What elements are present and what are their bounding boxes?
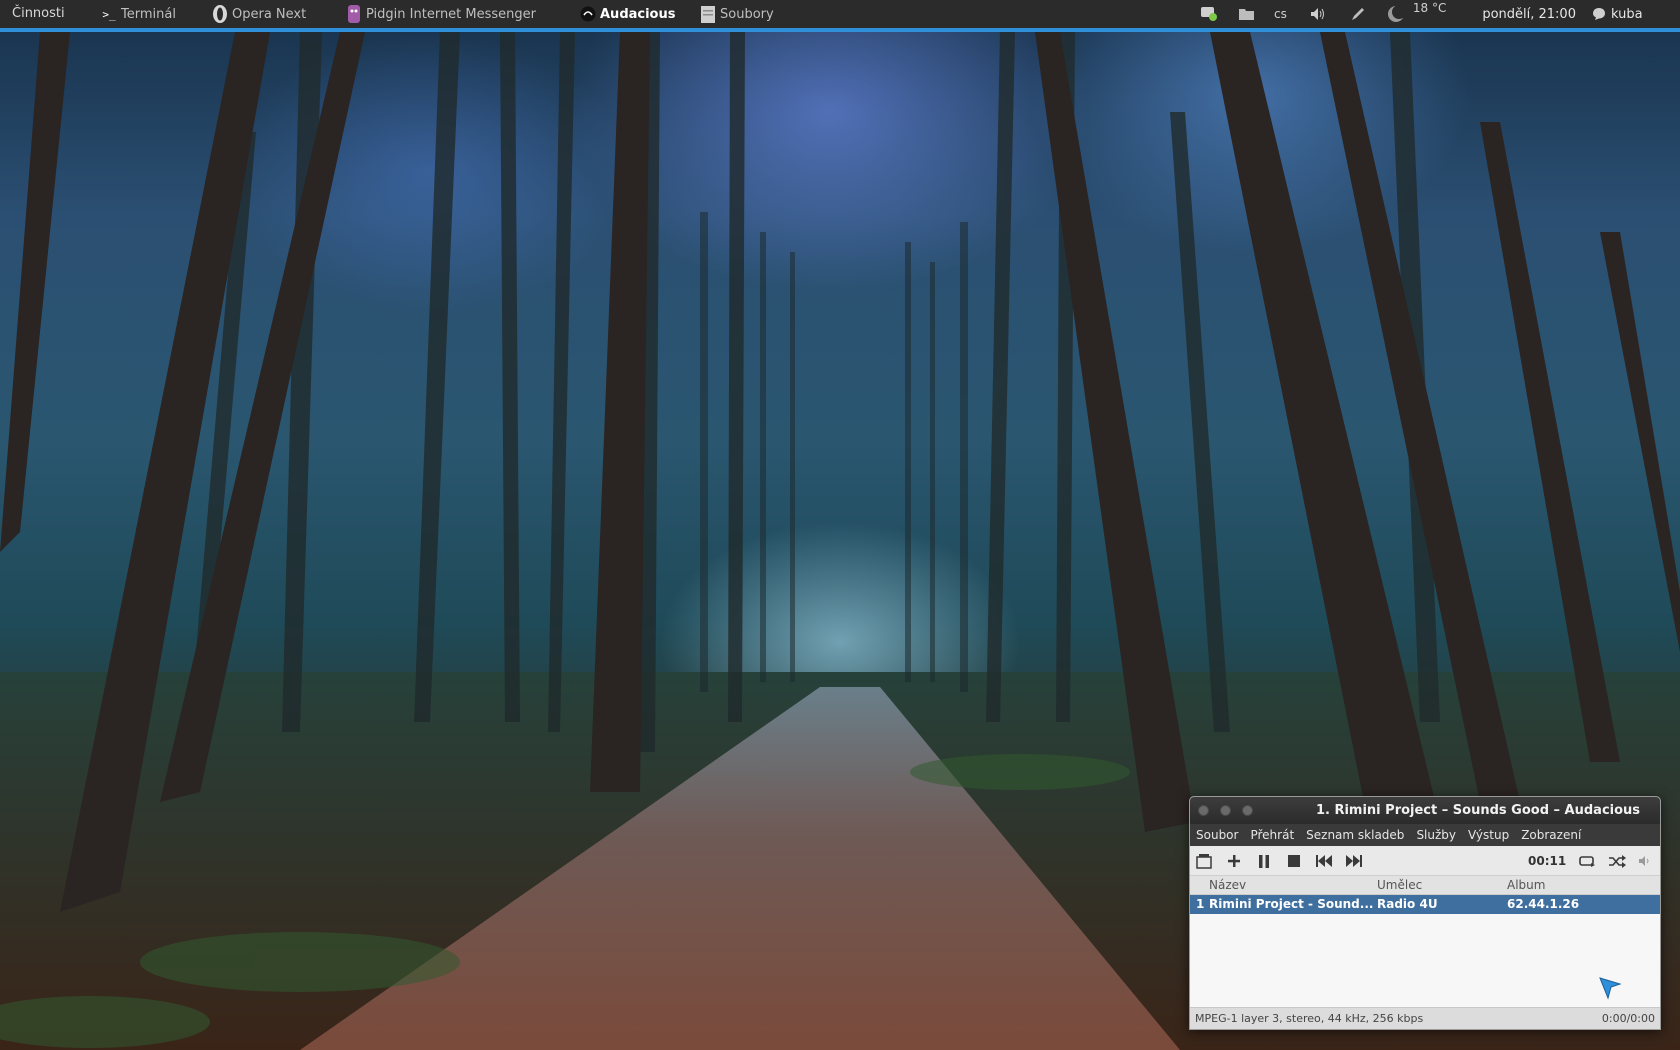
weather-temperature[interactable]: 18 °C <box>1413 1 1446 15</box>
task-terminal[interactable]: >_ Terminál <box>101 0 186 28</box>
next-track-icon[interactable] <box>1345 852 1363 870</box>
stop-icon[interactable] <box>1285 852 1303 870</box>
open-files-icon[interactable] <box>1195 852 1213 870</box>
task-pidgin[interactable]: Pidgin Internet Messenger <box>346 0 546 28</box>
audacious-icon <box>580 3 596 25</box>
task-label: Terminál <box>121 6 176 22</box>
activities-button[interactable]: Činnosti <box>0 0 77 28</box>
task-audacious[interactable]: Audacious <box>580 0 685 28</box>
column-header-album[interactable]: Album <box>1507 878 1545 892</box>
menu-seznam-skladeb[interactable]: Seznam skladeb <box>1306 828 1404 842</box>
opera-icon <box>212 3 228 25</box>
menu-vystup[interactable]: Výstup <box>1468 828 1509 842</box>
statusbar: MPEG-1 layer 3, stereo, 44 kHz, 256 kbps… <box>1190 1007 1660 1029</box>
row-album: 62.44.1.26 <box>1507 897 1580 911</box>
audacious-toolbar: 00:11 <box>1190 846 1660 876</box>
tray-area: cs 18 °C pondělí, 21:00 kuba <box>1198 0 1643 28</box>
task-files[interactable]: Soubory <box>700 0 784 28</box>
playlist-column-headers: Název Umělec Album <box>1190 876 1660 895</box>
pidgin-icon <box>346 3 362 25</box>
close-window-button[interactable] <box>1198 805 1209 816</box>
audacious-menubar: Soubor Přehrát Seznam skladeb Služby Výs… <box>1190 824 1660 846</box>
top-panel-accent <box>0 28 1680 32</box>
menu-sluzby[interactable]: Služby <box>1416 828 1456 842</box>
keyboard-layout-indicator[interactable]: cs <box>1274 7 1287 21</box>
minimize-window-button[interactable] <box>1220 805 1231 816</box>
mouse-cursor-icon <box>1599 977 1622 1000</box>
menu-soubor[interactable]: Soubor <box>1196 828 1238 842</box>
task-label: Soubory <box>720 6 774 22</box>
clock[interactable]: pondělí, 21:00 <box>1482 7 1576 22</box>
volume-icon[interactable] <box>1307 7 1329 21</box>
user-status-icon <box>1592 7 1606 21</box>
window-title: 1. Rimini Project – Sounds Good – Audaci… <box>1315 803 1641 818</box>
playback-time: 00:11 <box>1528 854 1567 868</box>
maximize-window-button[interactable] <box>1242 805 1253 816</box>
task-label: Audacious <box>600 6 676 22</box>
pause-icon[interactable] <box>1255 852 1273 870</box>
pen-icon[interactable] <box>1347 6 1369 22</box>
row-number: 1 <box>1196 897 1205 911</box>
folder-icon[interactable] <box>1234 7 1258 21</box>
playlist[interactable]: 1 Rimini Project - Sound... Radio 4U 62.… <box>1190 895 1660 1007</box>
menu-prehrat[interactable]: Přehrát <box>1250 828 1294 842</box>
task-opera-next[interactable]: Opera Next <box>212 0 316 28</box>
row-artist: Radio 4U <box>1377 897 1438 911</box>
previous-track-icon[interactable] <box>1315 852 1333 870</box>
menu-zobrazeni[interactable]: Zobrazení <box>1521 828 1581 842</box>
terminal-icon: >_ <box>102 7 116 21</box>
task-label: Opera Next <box>232 6 307 22</box>
volume-icon[interactable] <box>1636 852 1654 870</box>
files-icon <box>700 3 716 25</box>
column-header-name[interactable]: Název <box>1209 878 1246 892</box>
stream-info: MPEG-1 layer 3, stereo, 44 kHz, 256 kbps <box>1195 1012 1424 1025</box>
notification-icon[interactable] <box>1198 6 1220 22</box>
task-label: Pidgin Internet Messenger <box>366 6 536 22</box>
row-title: Rimini Project - Sound... <box>1209 897 1374 911</box>
repeat-icon[interactable] <box>1578 852 1596 870</box>
track-length: 0:00/0:00 <box>1601 1012 1655 1025</box>
top-panel: Činnosti >_ Terminál Opera Next Pidgin I… <box>0 0 1680 28</box>
add-files-icon[interactable] <box>1225 852 1243 870</box>
user-menu[interactable]: kuba <box>1611 7 1643 22</box>
weather-moon-icon <box>1385 5 1407 23</box>
audacious-titlebar[interactable]: 1. Rimini Project – Sounds Good – Audaci… <box>1190 797 1660 824</box>
playlist-row[interactable]: 1 Rimini Project - Sound... Radio 4U 62.… <box>1190 895 1660 914</box>
shuffle-icon[interactable] <box>1608 852 1626 870</box>
column-header-artist[interactable]: Umělec <box>1377 878 1422 892</box>
audacious-window: 1. Rimini Project – Sounds Good – Audaci… <box>1189 796 1661 1030</box>
